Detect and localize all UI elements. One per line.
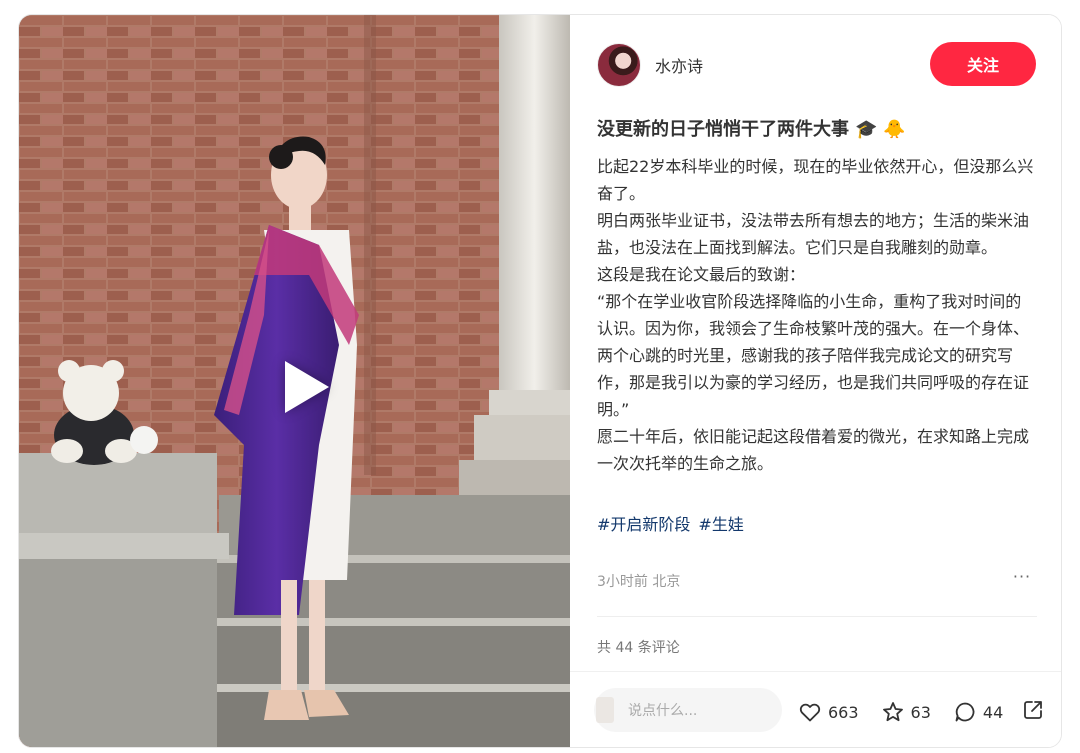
post-content: 没更新的日子悄悄干了两件大事 🎓 🐥 比起22岁本科毕业的时候，现在的毕业依然开… <box>597 115 1037 535</box>
baby-chick-icon: 🐥 <box>883 119 906 140</box>
share-icon <box>1024 701 1043 719</box>
tag-link[interactable]: #生娃 <box>698 515 743 534</box>
collect-count: 63 <box>910 702 931 722</box>
like-button[interactable]: 663 <box>798 700 859 724</box>
divider <box>597 616 1037 617</box>
share-button[interactable] <box>1021 698 1045 726</box>
author-name[interactable]: 水亦诗 <box>655 53 703 77</box>
author-info[interactable]: 水亦诗 <box>597 42 703 88</box>
avatar[interactable] <box>597 43 641 87</box>
play-icon <box>285 361 329 413</box>
post-meta-row: 3小时前 北京 ··· <box>597 567 1037 591</box>
comment-button[interactable]: 44 <box>953 700 1003 724</box>
graduation-cap-icon: 🎓 <box>855 119 878 140</box>
comment-input[interactable]: 说点什么... <box>594 688 782 732</box>
post-detail-panel: 水亦诗 关注 没更新的日子悄悄干了两件大事 🎓 🐥 比起22岁本科毕业的时候，现… <box>570 15 1061 747</box>
user-avatar <box>596 697 614 723</box>
play-button[interactable] <box>265 351 337 423</box>
action-buttons: 663 63 44 <box>798 698 1045 726</box>
tag-link[interactable]: #开启新阶段 <box>597 515 690 534</box>
paragraph: 这段是我在论文最后的致谢： <box>597 265 806 284</box>
post-description: 比起22岁本科毕业的时候，现在的毕业依然开心，但没那么兴奋了。 明白两张毕业证书… <box>597 153 1037 477</box>
engagement-bar: 说点什么... 663 63 44 <box>570 672 1061 747</box>
like-count: 663 <box>828 702 859 722</box>
post-title-text: 没更新的日子悄悄干了两件大事 <box>597 119 849 140</box>
paragraph: 愿二十年后，依旧能记起这段借着爱的微光，在求知路上完成一次次托举的生命之旅。 <box>597 427 1030 473</box>
comment-count: 共 44 条评论 <box>597 640 680 656</box>
more-dots-icon[interactable]: ··· <box>1007 567 1037 587</box>
post-time-location: 3小时前 北京 <box>597 574 681 590</box>
post-card: 水亦诗 关注 没更新的日子悄悄干了两件大事 🎓 🐥 比起22岁本科毕业的时候，现… <box>18 14 1062 748</box>
post-title: 没更新的日子悄悄干了两件大事 🎓 🐥 <box>597 115 1037 145</box>
paragraph: “那个在学业收官阶段选择降临的小生命，重构了我对时间的认识。因为你，我领会了生命… <box>597 292 1030 419</box>
star-icon <box>882 702 903 722</box>
comment-total: 44 <box>982 702 1004 722</box>
collect-button[interactable]: 63 <box>881 700 931 724</box>
comment-bubble-icon <box>955 702 975 722</box>
comment-placeholder: 说点什么... <box>628 703 698 719</box>
video-cover[interactable] <box>19 15 570 747</box>
tag-list: #开启新阶段 #生娃 <box>597 511 1037 535</box>
heart-icon <box>799 703 821 722</box>
paragraph: 比起22岁本科毕业的时候，现在的毕业依然开心，但没那么兴奋了。 <box>597 157 1034 203</box>
paragraph: 明白两张毕业证书，没法带去所有想去的地方；生活的柴米油盐，也没法在上面找到解法。… <box>597 211 1030 257</box>
follow-button[interactable]: 关注 <box>930 42 1036 86</box>
